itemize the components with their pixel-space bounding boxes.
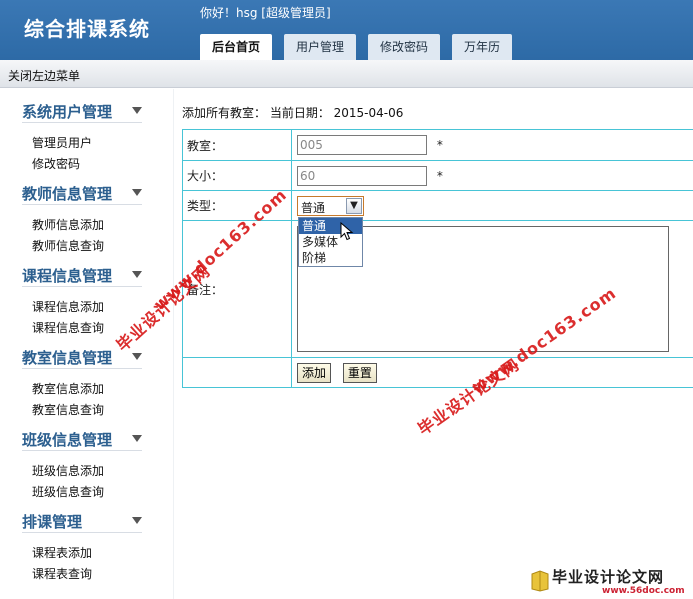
top-tabs: 后台首页 用户管理 修改密码 万年历 [200, 34, 524, 60]
toolbar: 关闭左边菜单 [0, 60, 693, 88]
sidebar-item-schedule-query[interactable]: 课程表查询 [32, 565, 92, 582]
sidebar-section-title: 排课管理 [22, 513, 83, 531]
size-input[interactable] [297, 165, 427, 186]
chevron-down-icon [132, 435, 142, 442]
add-button[interactable]: 添加 [297, 362, 332, 383]
chevron-down-icon [132, 107, 142, 114]
required-mark: * [436, 168, 443, 183]
sidebar-section-scheduling[interactable]: 排课管理 [22, 511, 142, 533]
top-header: 综合排课系统 你好！hsg [超级管理员] 后台首页 用户管理 修改密码 万年历 [0, 0, 693, 60]
logo-url: www.56doc.com [602, 586, 685, 596]
sidebar-section-title: 教室信息管理 [22, 349, 113, 367]
sidebar-item-class-add[interactable]: 班级信息添加 [32, 462, 104, 479]
tab-change-password[interactable]: 修改密码 [368, 34, 441, 60]
chevron-down-icon [132, 271, 142, 278]
sidebar-item-course-add[interactable]: 课程信息添加 [32, 298, 104, 315]
type-select-value: 普通 [301, 200, 326, 215]
sidebar-section-title: 课程信息管理 [22, 267, 113, 285]
site-logo: 毕业设计论文网 www.56doc.com [530, 566, 693, 599]
chevron-down-icon [132, 517, 142, 524]
type-option-tiered[interactable]: 阶梯 [299, 250, 362, 266]
sidebar-section-title: 班级信息管理 [22, 431, 113, 449]
sidebar-section-system-users[interactable]: 系统用户管理 [22, 101, 142, 123]
sidebar-section-classes[interactable]: 班级信息管理 [22, 429, 142, 451]
sidebar-item-admin-users[interactable]: 管理员用户 [32, 134, 92, 151]
room-label: 教室： [182, 129, 292, 161]
reset-button[interactable]: 重置 [342, 362, 377, 383]
tab-user-management[interactable]: 用户管理 [284, 34, 357, 60]
sidebar-section-teachers[interactable]: 教师信息管理 [22, 183, 142, 205]
user-greeting: 你好！hsg [超级管理员] [200, 6, 331, 20]
chevron-down-icon[interactable]: ▼ [346, 197, 362, 214]
tab-home[interactable]: 后台首页 [200, 34, 273, 60]
chevron-down-icon [132, 353, 142, 360]
sidebar-section-title: 教师信息管理 [22, 185, 113, 203]
classroom-form: 教室： * 大小： * 类型： 普通 ▼ 备注： 添加 重置 [182, 129, 693, 388]
chevron-down-icon [132, 189, 142, 196]
room-input[interactable] [297, 135, 427, 155]
sidebar-section-courses[interactable]: 课程信息管理 [22, 265, 142, 287]
tab-calendar[interactable]: 万年历 [452, 34, 513, 60]
logo-text: 毕业设计论文网 [552, 568, 665, 586]
sidebar-item-class-query[interactable]: 班级信息查询 [32, 483, 104, 500]
app-title: 综合排课系统 [24, 17, 150, 41]
sidebar-item-teacher-query[interactable]: 教师信息查询 [32, 237, 104, 254]
sidebar-item-schedule-add[interactable]: 课程表添加 [32, 544, 92, 561]
sidebar-item-classroom-add[interactable]: 教室信息添加 [32, 380, 104, 397]
required-mark: * [436, 138, 443, 152]
sidebar-item-course-query[interactable]: 课程信息查询 [32, 319, 104, 336]
sidebar-item-teacher-add[interactable]: 教师信息添加 [32, 216, 104, 233]
type-select[interactable]: 普通 ▼ [297, 195, 364, 216]
mouse-pointer-icon [340, 222, 354, 241]
sidebar-item-change-password[interactable]: 修改密码 [32, 155, 80, 172]
breadcrumb: 添加所有教室： 当前日期： 2015-04-06 [182, 106, 404, 120]
sidebar-section-title: 系统用户管理 [22, 103, 113, 121]
sidebar-item-classroom-query[interactable]: 教室信息查询 [32, 401, 104, 418]
sidebar: 系统用户管理 管理员用户 修改密码 教师信息管理 教师信息添加 教师信息查询 课… [0, 89, 174, 599]
close-left-menu-link[interactable]: 关闭左边菜单 [8, 67, 80, 84]
book-icon [531, 570, 549, 592]
